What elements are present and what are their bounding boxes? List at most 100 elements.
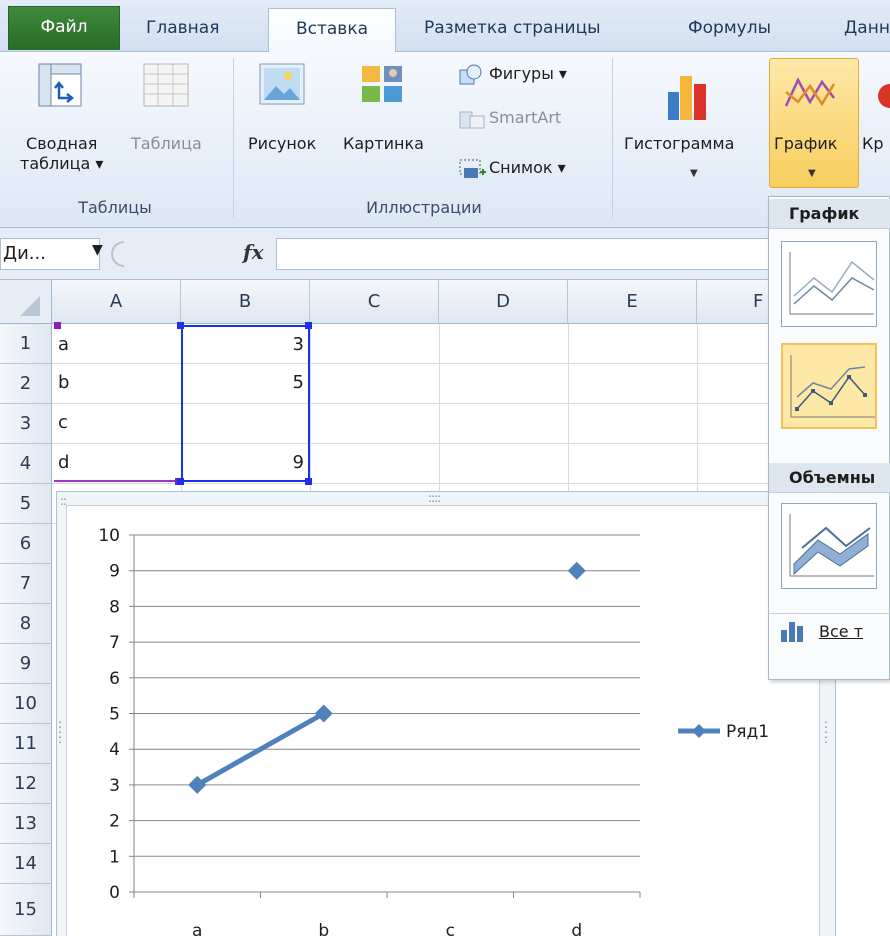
row-header-1[interactable]: 1 [0,324,52,364]
y-tick-label: 7 [109,633,120,653]
screenshot-icon [459,159,486,178]
row-header-9[interactable]: 9 [0,644,52,684]
row-header-13[interactable]: 13 [0,804,52,844]
x-tick-label: d [571,921,582,936]
row-header-11[interactable]: 11 [0,724,52,764]
row-header-12[interactable]: 12 [0,764,52,804]
tab-page-layout[interactable]: Разметка страницы [418,8,607,52]
picture-icon [259,63,305,105]
ribbon-tabs: Файл Главная Вставка Разметка страницы Ф… [0,0,890,53]
gallery-item-3d-line[interactable] [781,503,877,589]
3d-line-chart-type-icon [789,514,874,577]
smartart-button[interactable]: SmartArt [489,108,561,127]
line-chart-gallery: График Объемны Все т [768,196,890,680]
grid-line [52,443,890,444]
row-header-2[interactable]: 2 [0,364,52,404]
x-tick-label: b [318,921,329,936]
column-header-e[interactable]: E [568,280,697,324]
row-header-14[interactable]: 14 [0,844,52,884]
column-chart-icon [668,76,706,120]
gallery-item-line-markers[interactable] [781,343,877,429]
select-all-corner[interactable] [0,280,52,324]
gallery-item-line[interactable] [781,241,877,327]
histogram-caret: ▼ [690,168,698,179]
column-header-a[interactable]: A [52,280,181,324]
row-header-4[interactable]: 4 [0,444,52,484]
formula-bar-expander-icon[interactable] [110,240,136,268]
row-header-15[interactable]: 15 [0,884,52,936]
values-range-outline [181,325,310,482]
cell-a3[interactable]: c [58,404,68,442]
table-button[interactable]: Таблица [131,134,202,154]
smartart-icon [459,111,485,129]
x-tick-label: a [192,921,202,936]
pivot-table-icon [38,63,82,107]
row-header-6[interactable]: 6 [0,524,52,564]
categories-range-outline [54,480,181,482]
y-tick-label: 10 [98,526,120,546]
chart-resize-handle[interactable]: :::: [824,718,830,745]
cell-a4[interactable]: d [58,444,69,482]
table-icon [143,63,189,107]
pivot-table-label-line1: Сводная [26,134,98,153]
line-chart-type-icon [789,252,875,315]
range-handle[interactable] [54,322,61,329]
shapes-button[interactable]: Фигуры ▾ [489,64,567,83]
y-tick-label: 2 [109,812,120,832]
y-tick-label: 5 [109,705,120,725]
pie-chart-button[interactable]: Кр [862,134,884,154]
chart-resize-handle[interactable]: :::: [58,718,64,745]
group-tables-label: Таблицы [78,198,152,217]
tab-home[interactable]: Главная [140,8,225,52]
y-tick-label: 8 [109,597,120,617]
name-box[interactable]: Ди... [0,238,100,270]
clipart-button[interactable]: Картинка [343,134,424,154]
range-handle[interactable] [305,322,312,329]
picture-button[interactable]: Рисунок [248,134,316,154]
gallery-header-3d: Объемны [769,463,890,493]
tab-file[interactable]: Файл [8,6,120,50]
name-box-dropdown-icon[interactable]: ▼ [92,242,103,258]
y-tick-label: 9 [109,562,120,582]
group-separator [233,58,234,218]
row-header-3[interactable]: 3 [0,404,52,444]
chart-resize-handle[interactable]: :::: [428,491,441,505]
legend-label: Ряд1 [726,722,769,742]
line-chart-label: График [774,134,838,153]
formula-bar: Ди... ▼ fx [0,228,890,280]
row-header-7[interactable]: 7 [0,564,52,604]
ribbon-insert: Сводная таблица ▾ Таблица Таблицы Рисуно… [0,52,890,228]
histogram-button[interactable]: Гистограмма [624,134,734,154]
tab-data[interactable]: Данн [838,8,890,52]
range-handle[interactable] [305,478,312,485]
line-markers-chart-type-icon [790,355,875,418]
range-handle[interactable] [177,322,184,329]
tab-formulas[interactable]: Формулы [682,8,777,52]
line-chart[interactable]: 0 1 2 3 4 5 6 7 8 9 10 a b c d Ряд1 [66,505,820,936]
grid-line [52,403,890,404]
group-illustrations-label: Иллюстрации [366,198,482,217]
column-header-c[interactable]: C [310,280,439,324]
all-chart-types[interactable]: Все т [769,613,890,649]
y-tick-label: 6 [109,669,120,689]
line-chart-caret: ▼ [808,168,816,179]
tab-insert[interactable]: Вставка [268,8,396,53]
cell-a2[interactable]: b [58,364,69,402]
gallery-header-2d: График [769,199,890,229]
column-header-b[interactable]: B [181,280,310,324]
y-tick-label: 4 [109,740,120,760]
data-point-marker [567,561,586,580]
fx-icon[interactable]: fx [243,240,264,264]
row-header-10[interactable]: 10 [0,684,52,724]
y-tick-label: 0 [109,883,120,903]
legend-marker [692,724,706,738]
pivot-table-label[interactable]: Сводная таблица ▾ [20,134,103,174]
cell-a1[interactable]: a [58,326,69,364]
all-chart-types-icon [781,622,803,642]
shapes-icon [459,64,482,85]
screenshot-button[interactable]: Снимок ▾ [489,158,566,177]
row-header-8[interactable]: 8 [0,604,52,644]
range-handle[interactable] [177,478,184,485]
row-header-5[interactable]: 5 [0,484,52,524]
column-header-d[interactable]: D [439,280,568,324]
